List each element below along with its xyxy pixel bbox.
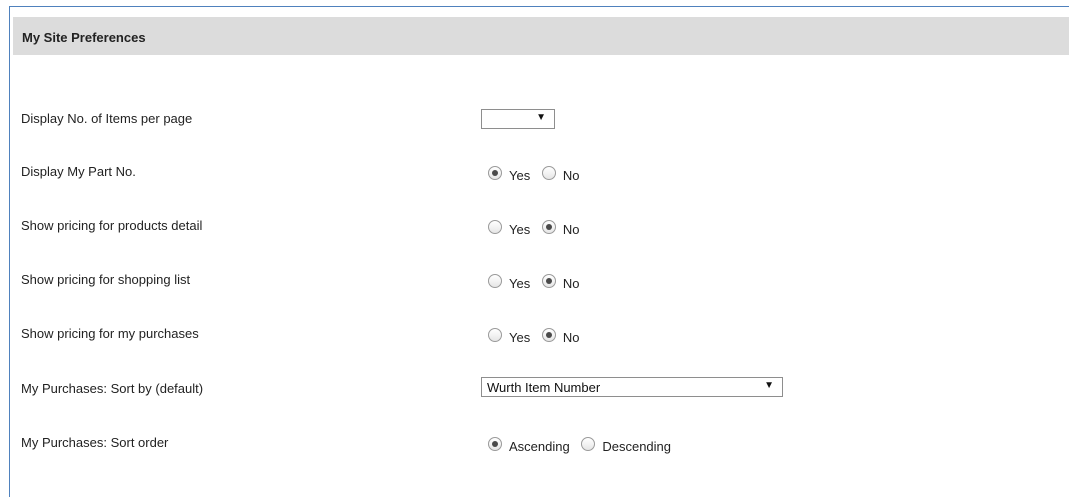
pricing-shopping-list-label: Show pricing for shopping list xyxy=(21,272,191,287)
radio-unchecked-icon xyxy=(541,166,556,180)
pricing-shopping-list-radio-group: Yes No xyxy=(488,273,587,291)
purchases-sort-by-label: My Purchases: Sort by (default) xyxy=(21,381,204,396)
pricing-products-detail-yes[interactable]: Yes xyxy=(488,219,530,237)
pricing-my-purchases-yes[interactable]: Yes xyxy=(488,327,530,345)
pricing-products-detail-radio-group: Yes No xyxy=(488,219,587,237)
sort-order-ascending[interactable]: Ascending xyxy=(488,436,570,454)
chevron-down-icon: ▼ xyxy=(536,112,546,123)
display-part-no-yes[interactable]: Yes xyxy=(488,165,530,183)
radio-checked-icon xyxy=(541,220,556,234)
radio-unchecked-icon xyxy=(581,437,596,451)
display-part-no-no[interactable]: No xyxy=(541,165,579,183)
purchases-sort-by-select[interactable]: Wurth Item Number ▼ xyxy=(481,377,783,397)
radio-checked-icon xyxy=(541,328,556,342)
purchases-sort-order-radio-group: Ascending Descending xyxy=(488,436,679,454)
pricing-shopping-list-yes[interactable]: Yes xyxy=(488,273,530,291)
display-part-no-label: Display My Part No. xyxy=(21,164,136,179)
purchases-sort-by-value: Wurth Item Number xyxy=(487,380,601,395)
section-title: My Site Preferences xyxy=(22,30,146,45)
preferences-panel xyxy=(9,6,1069,497)
section-header: My Site Preferences xyxy=(13,17,1069,55)
radio-unchecked-icon xyxy=(488,220,502,234)
sort-order-descending[interactable]: Descending xyxy=(581,436,671,454)
chevron-down-icon: ▼ xyxy=(764,380,774,391)
pricing-my-purchases-label: Show pricing for my purchases xyxy=(21,326,199,341)
purchases-sort-order-label: My Purchases: Sort order xyxy=(21,435,169,450)
radio-unchecked-icon xyxy=(488,328,502,342)
pricing-shopping-list-no[interactable]: No xyxy=(541,273,579,291)
radio-checked-icon xyxy=(541,274,556,288)
pricing-products-detail-no[interactable]: No xyxy=(541,219,579,237)
radio-checked-icon xyxy=(488,437,502,451)
pricing-products-detail-label: Show pricing for products detail xyxy=(21,218,203,233)
items-per-page-select[interactable]: ▼ xyxy=(481,109,555,129)
display-part-no-radio-group: Yes No xyxy=(488,165,587,183)
pricing-my-purchases-radio-group: Yes No xyxy=(488,327,587,345)
radio-unchecked-icon xyxy=(488,274,502,288)
radio-checked-icon xyxy=(488,166,502,180)
items-per-page-label: Display No. of Items per page xyxy=(21,111,193,126)
pricing-my-purchases-no[interactable]: No xyxy=(541,327,579,345)
